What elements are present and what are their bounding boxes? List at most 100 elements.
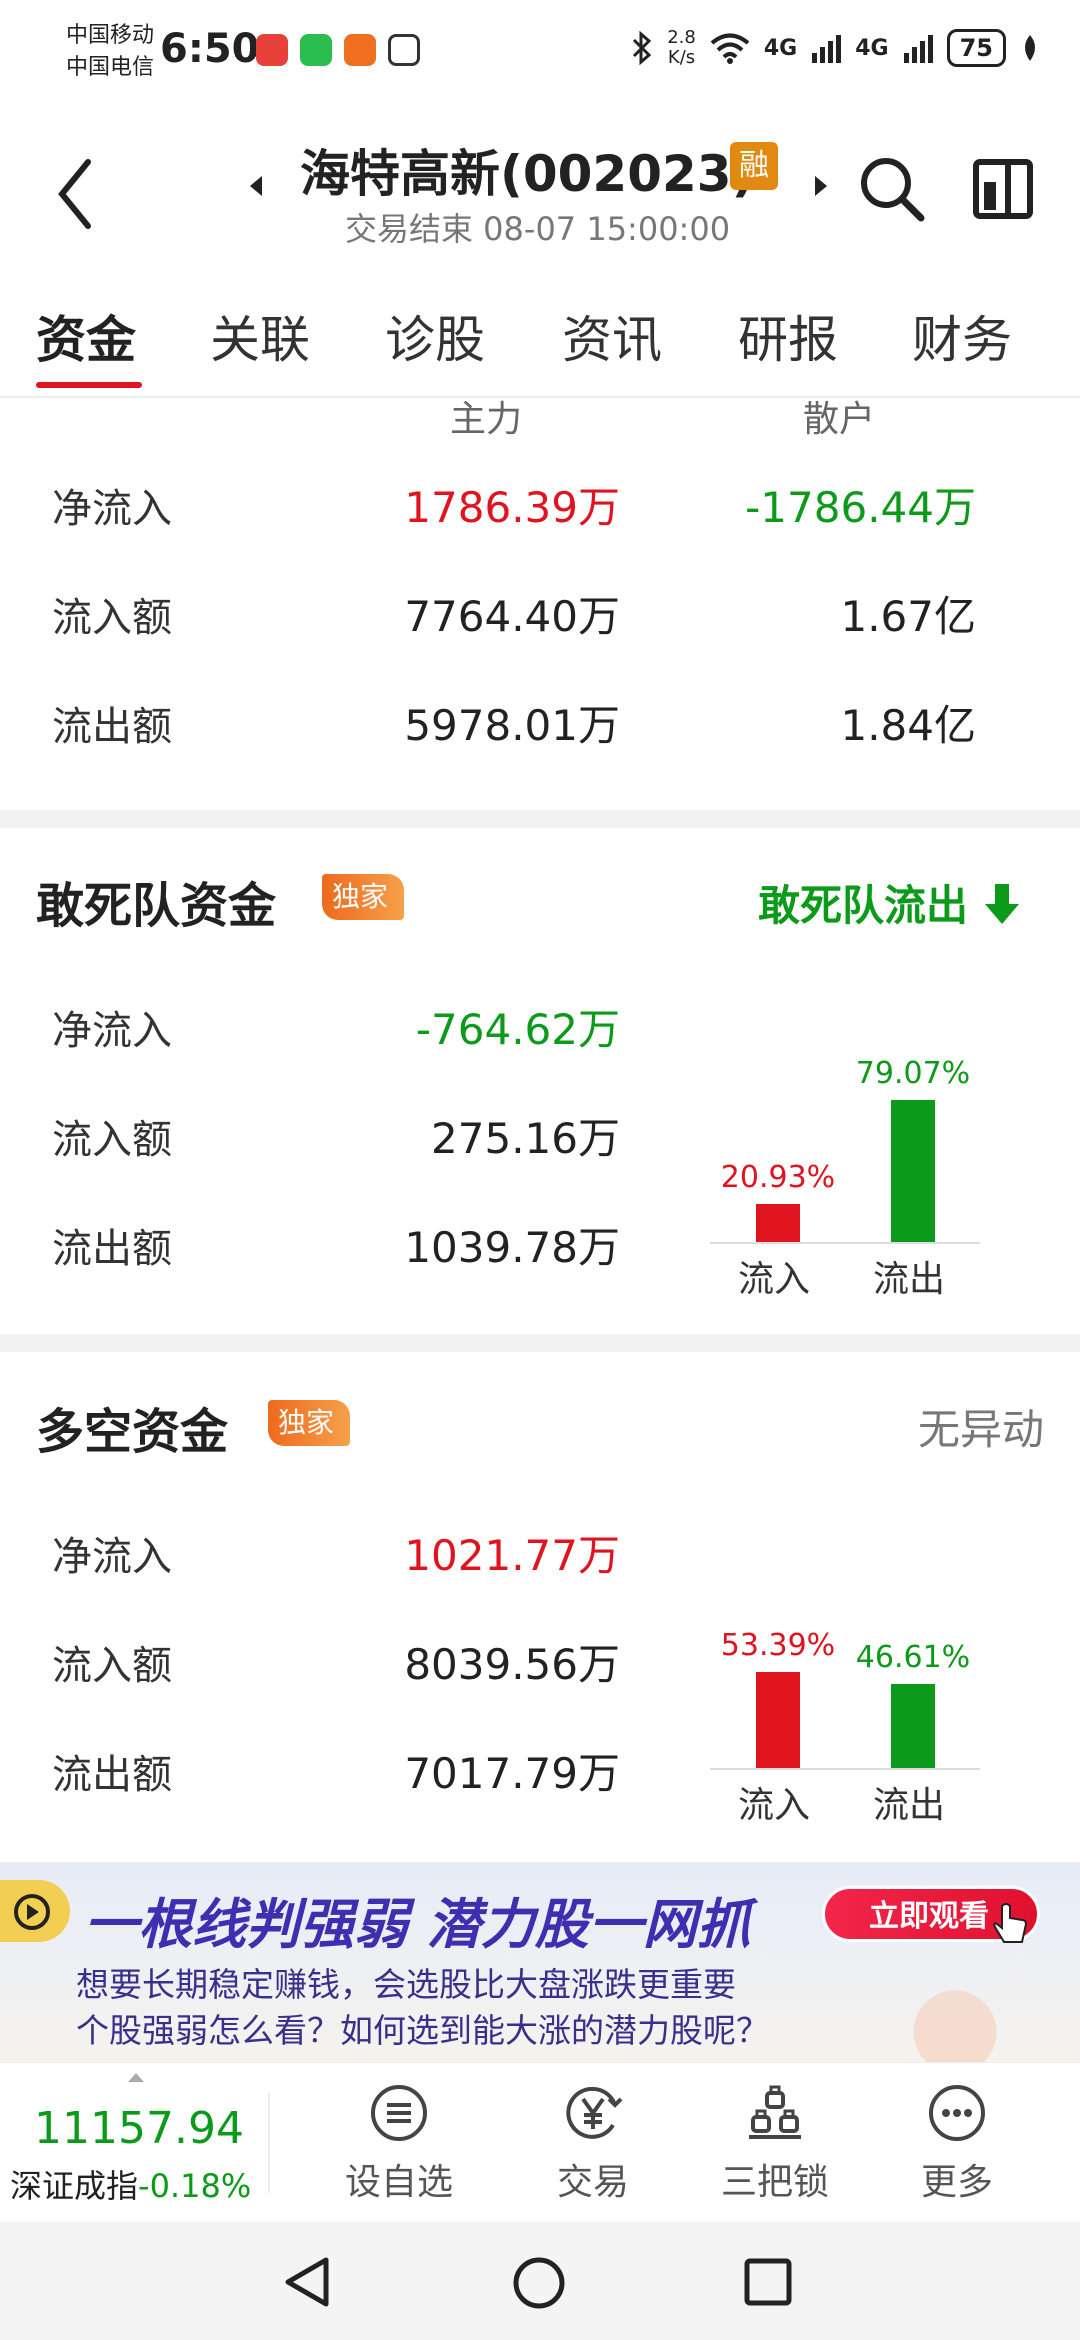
- section-divider: [0, 810, 1080, 828]
- carrier-1: 中国移动: [66, 23, 155, 48]
- dare-fund-status[interactable]: 敢死队流出: [758, 872, 1021, 933]
- index-info[interactable]: 深证成指-0.18%: [10, 2161, 251, 2207]
- dare-fund-title: 敢死队资金: [36, 878, 277, 934]
- arrow-down-icon: [984, 884, 1019, 924]
- index-value[interactable]: 11157.94: [34, 2103, 244, 2154]
- ls-inflow-bar: [756, 1672, 800, 1768]
- more-label: 更多: [920, 2162, 993, 2203]
- layout-switch-icon[interactable]: [970, 152, 1036, 222]
- carrier-info: 中国移动 中国电信: [66, 20, 154, 84]
- row-label-net-inflow: 净流入: [52, 1008, 172, 1054]
- app-icon: [344, 34, 376, 66]
- main-inflow: 7764.40万: [404, 592, 620, 641]
- signal-2-icon: [903, 35, 933, 63]
- nfc-icon: [388, 34, 420, 66]
- signal-1-icon: [812, 35, 842, 63]
- dare-outflow-bar: [891, 1100, 935, 1242]
- back-icon[interactable]: [52, 154, 112, 234]
- ls-inflow-pct: 53.39%: [720, 1628, 836, 1663]
- ls-chart-axis: [710, 1768, 980, 1770]
- long-short-status: 无异动: [917, 1405, 1044, 1454]
- main-net-inflow: 1786.39万: [404, 483, 620, 532]
- locks-icon: [749, 2085, 801, 2139]
- trade-label: 交易: [556, 2162, 629, 2203]
- list-circle-icon: [371, 2085, 427, 2141]
- row-label-outflow: 流出额: [52, 704, 172, 750]
- exclusive-badge: 独家: [322, 874, 405, 920]
- exclusive-badge: 独家: [268, 1400, 351, 1446]
- long-short-title: 多空资金: [36, 1404, 229, 1460]
- bluetooth-icon: [633, 31, 652, 65]
- col-main-force: 主力: [450, 399, 523, 440]
- retail-inflow: 1.67亿: [840, 592, 976, 641]
- dare-net-inflow: -764.62万: [415, 1005, 620, 1054]
- ls-outflow: 7017.79万: [404, 1749, 620, 1798]
- main-outflow: 5978.01万: [404, 701, 620, 750]
- dare-outflow-pct: 79.07%: [855, 1056, 971, 1091]
- three-locks-label: 三把锁: [720, 2162, 829, 2203]
- ad-banner[interactable]: 一根线判强弱 潜力股一网抓 立即观看 想要长期稳定赚钱，会选股比大盘涨跌更重要 …: [0, 1862, 1080, 2062]
- dare-outflow-label: 流出: [872, 1259, 945, 1300]
- hand-cursor-icon: [993, 1903, 1028, 1943]
- tab-diagnosis[interactable]: 诊股: [385, 300, 485, 372]
- row-label-inflow: 流入额: [52, 1643, 172, 1689]
- section-tabs: 资金 关联 诊股 资讯 研报 财务: [0, 290, 1080, 398]
- ls-inflow-label: 流入: [737, 1785, 810, 1826]
- ls-inflow: 8039.56万: [404, 1640, 620, 1689]
- yen-icon: [566, 2086, 623, 2139]
- ls-outflow-label: 流出: [872, 1785, 945, 1826]
- dare-inflow-label: 流入: [737, 1259, 810, 1300]
- stock-title: 海特高新(002023): [300, 145, 755, 203]
- row-label-net-inflow: 净流入: [52, 486, 172, 532]
- search-icon[interactable]: [855, 152, 927, 224]
- active-tab-indicator: [36, 382, 142, 388]
- signal-1-label: 4G: [763, 35, 798, 61]
- margin-badge: 融: [730, 142, 778, 190]
- ad-line-1: 想要长期稳定赚钱，会选股比大盘涨跌更重要: [76, 1965, 736, 2004]
- retail-net-inflow: -1786.44万: [745, 483, 976, 532]
- toolbar-separator: [268, 2093, 270, 2193]
- wifi-icon: [710, 33, 750, 64]
- add-watchlist-label: 设自选: [344, 2162, 453, 2203]
- stock-header: 海特高新(002023) 融 交易结束 08-07 15:00:00: [0, 104, 1080, 274]
- ls-net-inflow: 1021.77万: [404, 1531, 620, 1580]
- next-stock-icon[interactable]: [815, 176, 827, 196]
- dare-inflow: 275.16万: [431, 1114, 620, 1163]
- tab-related[interactable]: 关联: [210, 300, 310, 372]
- status-bar: 中国移动 中国电信 6:50 2.8 K/s 4G 4G 75: [0, 0, 1080, 104]
- row-label-net-inflow: 净流入: [52, 1534, 172, 1580]
- dare-outflow: 1039.78万: [404, 1223, 620, 1272]
- row-label-outflow: 流出额: [52, 1226, 172, 1272]
- tab-funds[interactable]: 资金: [36, 300, 136, 372]
- index-change: -0.18%: [138, 2167, 252, 2205]
- nav-back-icon[interactable]: [282, 2256, 332, 2308]
- wechat-icon: [300, 34, 332, 66]
- trade-button[interactable]: 交易: [518, 2083, 668, 2205]
- net-speed: 2.8 K/s: [667, 27, 696, 68]
- retail-outflow: 1.84亿: [840, 701, 976, 750]
- section-divider: [0, 1334, 1080, 1352]
- dare-chart-axis: [710, 1242, 980, 1244]
- nav-recents-icon[interactable]: [744, 2258, 792, 2306]
- bottom-toolbar: 11157.94 深证成指-0.18% 设自选 交易 三把锁 更多: [0, 2062, 1080, 2222]
- battery-indicator: 75: [946, 29, 1006, 67]
- huawei-app-icon: [256, 34, 288, 66]
- prev-stock-icon[interactable]: [250, 176, 262, 196]
- expand-up-icon[interactable]: [128, 2073, 144, 2082]
- status-right: 2.8 K/s 4G 4G 75: [631, 28, 1040, 68]
- tab-research[interactable]: 研报: [738, 300, 838, 372]
- tab-news[interactable]: 资讯: [562, 300, 662, 372]
- tab-financials[interactable]: 财务: [912, 300, 1012, 372]
- three-locks-button[interactable]: 三把锁: [700, 2083, 850, 2205]
- notification-icons: [256, 34, 420, 66]
- nav-home-icon[interactable]: [512, 2256, 566, 2310]
- play-icon: [0, 1880, 70, 1942]
- ls-outflow-pct: 46.61%: [855, 1640, 971, 1675]
- more-button[interactable]: 更多: [882, 2083, 1032, 2205]
- index-name: 深证成指: [10, 2167, 139, 2205]
- more-icon: [929, 2085, 985, 2141]
- ls-outflow-bar: [891, 1684, 935, 1768]
- add-watchlist-button[interactable]: 设自选: [324, 2083, 474, 2205]
- leaf-icon: [1025, 35, 1035, 61]
- signal-2-label: 4G: [855, 35, 889, 61]
